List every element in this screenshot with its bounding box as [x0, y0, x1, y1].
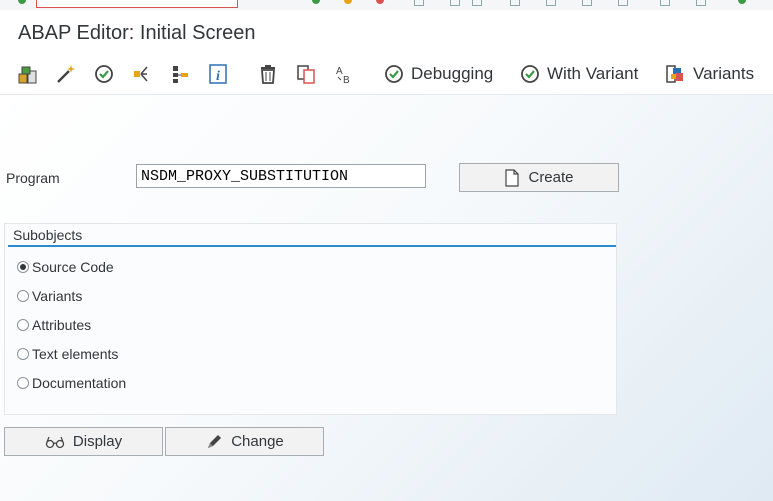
debugging-button[interactable]: Debugging — [383, 60, 493, 88]
variants-button[interactable]: Variants — [665, 60, 754, 88]
main-content: Program Create Subobjects Source Code Va… — [0, 95, 773, 501]
with-variant-button[interactable]: With Variant — [519, 60, 638, 88]
radio-button[interactable] — [17, 319, 29, 331]
change-label: Change — [231, 433, 284, 450]
enter-icon[interactable] — [18, 0, 26, 4]
exit-icon[interactable] — [344, 0, 352, 4]
rename-icon[interactable]: AB — [332, 62, 356, 86]
print-icon[interactable] — [414, 0, 424, 6]
radio-button[interactable] — [17, 290, 29, 302]
radio-variants[interactable]: Variants — [17, 286, 82, 306]
subobjects-divider — [8, 245, 616, 247]
hierarchy-icon[interactable] — [168, 62, 192, 86]
radio-label: Attributes — [32, 317, 92, 333]
cancel-icon[interactable] — [376, 0, 384, 4]
display-button[interactable]: Display — [4, 427, 163, 456]
svg-text:i: i — [216, 69, 220, 84]
radio-button[interactable] — [17, 348, 29, 360]
system-toolbar — [0, 0, 773, 10]
last-page-icon[interactable] — [618, 0, 628, 6]
next-page-icon[interactable] — [582, 0, 592, 6]
radio-label: Source Code — [32, 259, 114, 275]
where-used-icon[interactable] — [130, 62, 154, 86]
radio-label: Documentation — [32, 375, 127, 391]
radio-attributes[interactable]: Attributes — [17, 315, 91, 335]
variants-icon — [666, 65, 683, 83]
execute-icon[interactable] — [92, 62, 116, 86]
svg-text:B: B — [343, 75, 350, 85]
svg-text:A: A — [336, 66, 343, 77]
prev-page-icon[interactable] — [546, 0, 556, 6]
help-icon[interactable] — [738, 0, 746, 4]
page-title: ABAP Editor: Initial Screen — [18, 22, 256, 44]
radio-label: Variants — [32, 288, 83, 304]
debug-execute-icon — [385, 65, 403, 83]
program-label: Program — [6, 170, 60, 186]
subobjects-group: Subobjects Source Code Variants Attribut… — [4, 223, 617, 415]
radio-button[interactable] — [17, 261, 29, 273]
program-input[interactable] — [136, 164, 426, 188]
subobjects-title: Subobjects — [13, 227, 83, 243]
with-variant-label: With Variant — [547, 64, 639, 83]
radio-label: Text elements — [32, 346, 119, 362]
shortcut-icon[interactable] — [696, 0, 706, 6]
delete-icon[interactable] — [256, 62, 280, 86]
change-button[interactable]: Change — [165, 427, 324, 456]
command-field[interactable] — [36, 0, 238, 8]
info-icon[interactable]: i — [206, 62, 230, 86]
back-icon[interactable] — [312, 0, 320, 4]
pencil-icon — [208, 434, 222, 448]
radio-button[interactable] — [17, 377, 29, 389]
radio-text-elements[interactable]: Text elements — [17, 344, 118, 364]
object-list-icon[interactable] — [16, 62, 40, 86]
radio-source-code[interactable]: Source Code — [17, 257, 114, 277]
radio-documentation[interactable]: Documentation — [17, 373, 126, 393]
copy-icon[interactable] — [294, 62, 318, 86]
find-icon[interactable] — [450, 0, 460, 6]
display-label: Display — [72, 433, 123, 450]
variants-label: Variants — [693, 64, 755, 83]
new-document-icon — [505, 168, 520, 187]
debugging-label: Debugging — [411, 64, 494, 83]
variant-execute-icon — [521, 65, 539, 83]
title-bar: ABAP Editor: Initial Screen — [0, 10, 773, 54]
magic-wand-icon[interactable] — [54, 62, 78, 86]
application-toolbar: i AB Debugging With Variant Variants — [0, 54, 773, 95]
new-session-icon[interactable] — [660, 0, 670, 6]
find-next-icon[interactable] — [472, 0, 482, 6]
first-page-icon[interactable] — [510, 0, 520, 6]
create-button[interactable]: Create — [459, 163, 619, 192]
create-label: Create — [528, 169, 574, 186]
glasses-icon — [45, 436, 65, 448]
